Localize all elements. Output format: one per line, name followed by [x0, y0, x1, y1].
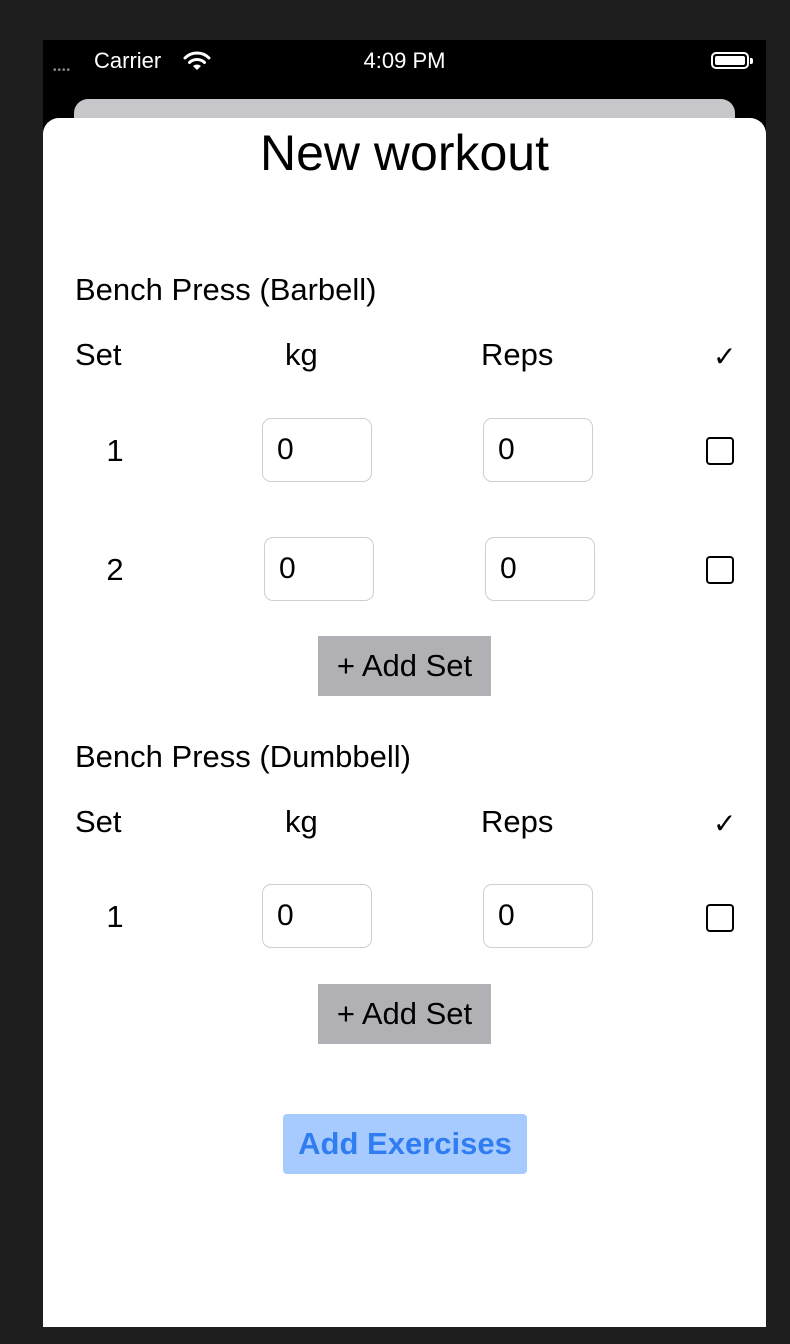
new-workout-sheet: New workout Bench Press (Barbell) Set kg… [43, 118, 766, 1327]
exercise-name: Bench Press (Barbell) [75, 272, 377, 307]
kg-input[interactable]: 0 [264, 537, 374, 601]
checkmark-icon: ✓ [713, 808, 737, 839]
clock: 4:09 PM [363, 48, 446, 73]
add-set-button[interactable]: + Add Set [318, 636, 491, 696]
page-title: New workout [260, 125, 549, 181]
kg-input[interactable]: 0 [262, 884, 372, 948]
set-complete-checkbox[interactable] [706, 437, 734, 465]
kg-input[interactable]: 0 [262, 418, 372, 482]
reps-column-header: Reps [481, 804, 554, 839]
set-number: 1 [106, 433, 124, 468]
set-number: 1 [106, 899, 124, 934]
reps-input[interactable]: 0 [483, 418, 593, 482]
kg-column-header: kg [285, 337, 318, 372]
checkmark-icon: ✓ [713, 341, 737, 372]
add-set-button[interactable]: + Add Set [318, 984, 491, 1044]
set-column-header: Set [75, 804, 122, 839]
reps-input[interactable]: 0 [485, 537, 595, 601]
set-complete-checkbox[interactable] [706, 556, 734, 584]
add-exercises-button[interactable]: Add Exercises [283, 1114, 527, 1174]
set-number: 2 [106, 552, 124, 587]
set-complete-checkbox[interactable] [706, 904, 734, 932]
battery-icon [711, 52, 753, 69]
kg-column-header: kg [285, 804, 318, 839]
exercise-name: Bench Press (Dumbbell) [75, 739, 411, 774]
reps-input[interactable]: 0 [483, 884, 593, 948]
reps-column-header: Reps [481, 337, 554, 372]
set-column-header: Set [75, 337, 122, 372]
status-bar: •••• Carrier 4:09 PM [43, 40, 766, 84]
device-screen: •••• Carrier 4:09 PM New workout Bench P… [43, 40, 766, 1327]
